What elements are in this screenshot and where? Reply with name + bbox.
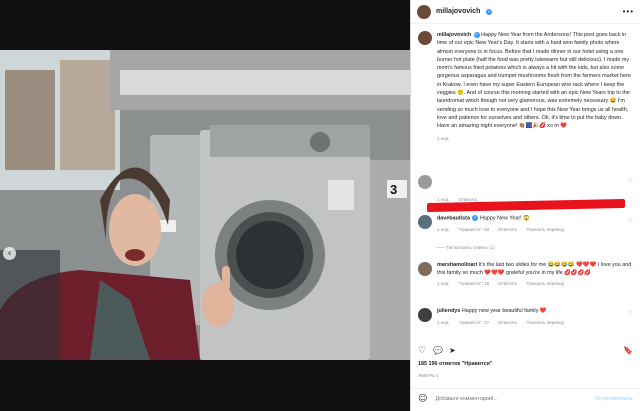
avatar[interactable] <box>418 262 432 276</box>
avatar[interactable] <box>418 215 432 229</box>
post-date: ЯНВАРЬ 1 <box>418 373 439 378</box>
avatar[interactable] <box>418 31 432 45</box>
reply-button[interactable]: Ответить <box>498 281 517 286</box>
comment-likes[interactable]: "Нравится": 18 <box>459 281 490 286</box>
comment-meta: 1 нед. "Нравится": 37 Ответить Показать … <box>437 320 633 325</box>
translate-button[interactable]: Показать перевод <box>526 227 564 232</box>
avatar[interactable] <box>418 308 432 322</box>
post-actions: ♡ 💬 ➤ 🔖 <box>418 346 633 358</box>
like-comment-icon[interactable]: ♡ <box>628 264 633 271</box>
view-replies-button[interactable]: —— Посмотреть ответы (1) <box>436 245 495 250</box>
avatar[interactable] <box>418 175 432 189</box>
post-photo: 3 ‹ <box>0 50 410 360</box>
translate-button[interactable]: Показать перевод <box>526 320 564 325</box>
verified-badge-icon: ✓ <box>472 215 479 221</box>
comment-meta: 1 нед. "Нравится": 50 Ответить Показать … <box>437 227 633 232</box>
like-comment-icon[interactable]: ♡ <box>628 217 633 224</box>
list-item: juliendys Happy new year beautiful famil… <box>418 308 633 325</box>
post-sidebar: millajovovich ✓ ••• millajovovich ✓ Happ… <box>410 0 640 411</box>
reply-button[interactable]: Ответить <box>498 320 517 325</box>
caption-time: 1 нед. <box>437 135 450 141</box>
comment-text: juliendys Happy new year beautiful famil… <box>437 308 633 316</box>
comment-time: 1 нед. <box>437 197 450 202</box>
comment-body: Happy new year beautiful family ❤️ <box>461 308 547 314</box>
caption-body: Happy New Year from the Andersons! This … <box>437 32 631 130</box>
list-item: 1 нед. Ответить ♡ <box>418 175 633 202</box>
verified-badge-icon: ✓ <box>486 8 493 15</box>
share-icon[interactable]: ➤ <box>449 346 456 355</box>
comment-icon[interactable]: 💬 <box>433 346 443 355</box>
comment-time: 1 нед. <box>437 226 450 232</box>
comment-username[interactable]: juliendys <box>437 308 460 314</box>
add-comment-bar: ☺ Опубликовать <box>411 388 640 408</box>
list-item: davebautista ✓ Happy New Year! 😱 1 нед. … <box>418 215 633 232</box>
comment-username[interactable]: davebautista <box>437 215 470 221</box>
machine-number-label: 3 <box>390 182 397 197</box>
comment-meta: 1 нед. "Нравится": 18 Ответить Показать … <box>437 281 633 286</box>
caption-meta: 1 нед. <box>437 136 633 141</box>
view-replies-label: Посмотреть ответы (1) <box>446 245 495 250</box>
comment-body: Happy New Year! 😱 <box>479 215 530 222</box>
previous-slide-button[interactable]: ‹ <box>3 247 16 260</box>
like-comment-icon[interactable]: ♡ <box>628 310 633 317</box>
comments-list: millajovovich ✓ Happy New Year from the … <box>411 25 640 355</box>
likes-count[interactable]: 185 196 отметок "Нравится" <box>418 361 492 367</box>
publish-button[interactable]: Опубликовать <box>595 396 634 402</box>
verified-badge-icon: ✓ <box>473 31 480 38</box>
post-header: millajovovich ✓ ••• <box>411 0 640 24</box>
translate-button[interactable]: Показать перевод <box>526 281 564 286</box>
post-caption: millajovovich ✓ Happy New Year from the … <box>418 31 633 141</box>
comment-input[interactable] <box>433 394 589 403</box>
emoji-icon[interactable]: ☺ <box>418 394 427 404</box>
comment-text: davebautista ✓ Happy New Year! 😱 <box>437 215 633 223</box>
list-item: marshamolinari It's the last two slides … <box>418 262 633 286</box>
username[interactable]: millajovovich <box>436 8 480 15</box>
comment-likes[interactable]: "Нравится": 37 <box>459 320 490 325</box>
comment-time: 1 нед. <box>437 281 450 286</box>
caption-text: millajovovich ✓ Happy New Year from the … <box>437 31 633 131</box>
reply-button[interactable]: Ответить <box>498 227 517 232</box>
like-comment-icon[interactable]: ♡ <box>628 177 633 184</box>
comment-username[interactable]: marshamolinari <box>437 262 477 268</box>
comment-time: 1 нед. <box>437 319 450 325</box>
comment-text: marshamolinari It's the last two slides … <box>437 262 633 277</box>
like-icon[interactable]: ♡ <box>418 346 426 356</box>
save-icon[interactable]: 🔖 <box>623 346 633 355</box>
caption-username[interactable]: millajovovich <box>437 32 471 38</box>
avatar[interactable] <box>417 4 431 19</box>
more-options-icon[interactable]: ••• <box>623 7 634 16</box>
comment-likes[interactable]: "Нравится": 50 <box>459 227 490 232</box>
laundromat-photo: 3 <box>0 50 410 360</box>
